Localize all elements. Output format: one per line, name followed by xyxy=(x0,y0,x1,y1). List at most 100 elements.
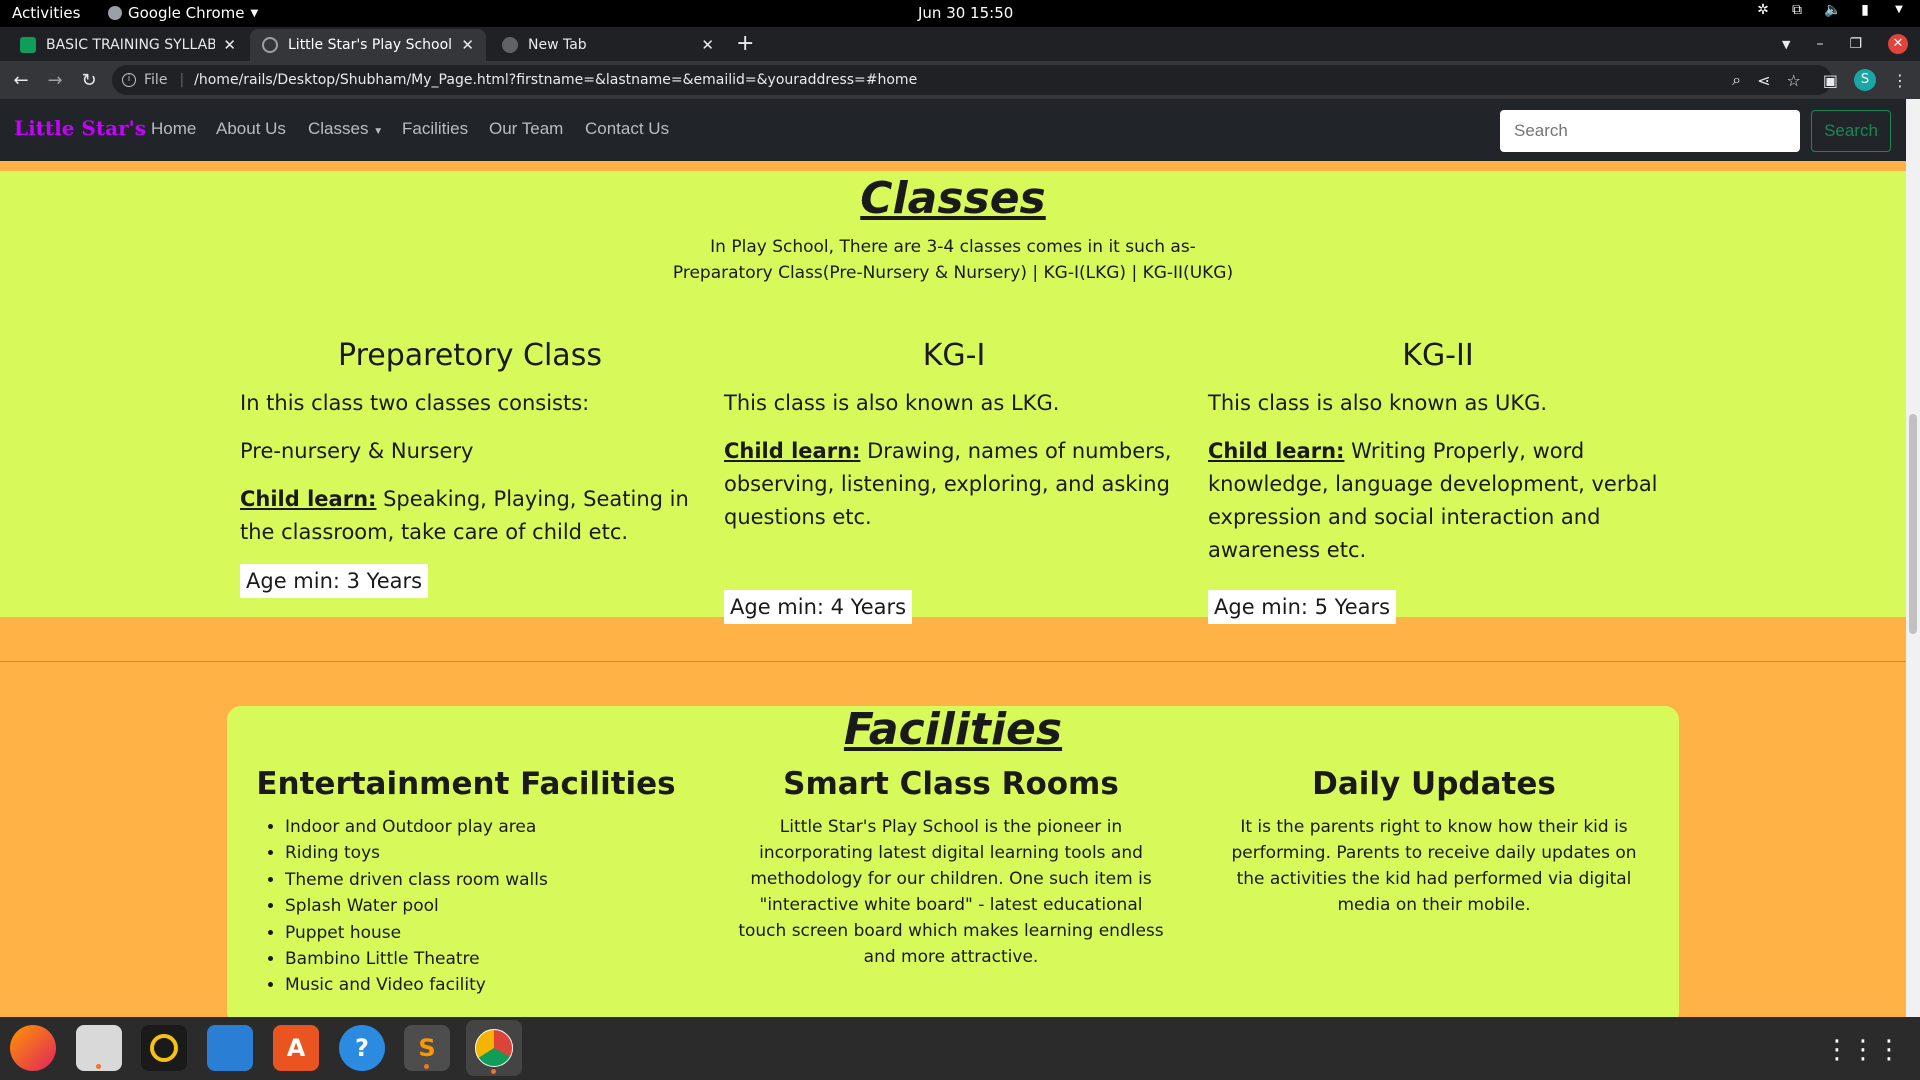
tab-new-tab[interactable]: New Tab ✕ xyxy=(490,29,726,61)
age-badge: Age min: 5 Years xyxy=(1208,590,1397,624)
sublime-icon[interactable]: S xyxy=(404,1025,450,1071)
rhythmbox-icon[interactable] xyxy=(141,1025,187,1071)
section-divider xyxy=(0,661,1906,662)
firefox-icon[interactable] xyxy=(10,1025,56,1071)
site-brand[interactable]: Little Star's xyxy=(14,116,146,140)
side-panel-icon[interactable]: ▣ xyxy=(1823,71,1838,90)
class-col-kg1: KG-I This class is also known as LKG. Ch… xyxy=(724,338,1184,624)
nav-contact[interactable]: Contact Us xyxy=(585,119,669,139)
app-menu-label: Google Chrome xyxy=(128,4,245,22)
activities-button[interactable]: Activities xyxy=(12,4,80,22)
show-apps-icon[interactable]: ⋮⋮⋮ xyxy=(1824,1035,1902,1065)
close-icon[interactable]: ✕ xyxy=(701,36,714,54)
files-icon[interactable] xyxy=(76,1025,122,1071)
close-icon[interactable]: ✕ xyxy=(461,36,474,54)
volume-icon[interactable]: 🔈 xyxy=(1824,3,1841,17)
back-icon[interactable]: ← xyxy=(4,70,38,91)
clock[interactable]: Jun 30 15:50 xyxy=(918,4,1013,22)
chevron-down-icon[interactable]: ▼ xyxy=(1892,3,1906,17)
list-item: Splash Water pool xyxy=(285,893,681,919)
close-icon[interactable]: ✕ xyxy=(223,36,236,54)
system-tray[interactable]: ✲ ⧉ 🔈 ▮ ▼ xyxy=(1756,3,1906,17)
nav-classes-label: Classes xyxy=(308,119,369,138)
share-icon[interactable]: ⋖ xyxy=(1757,71,1770,90)
window-controls: ▼ – ❐ ✕ xyxy=(1782,34,1908,54)
chrome-icon[interactable] xyxy=(466,1020,522,1076)
class-desc: In this class two classes consists: xyxy=(240,391,590,415)
network-icon[interactable]: ⧉ xyxy=(1790,3,1804,17)
learn-label: Child learn: xyxy=(1208,439,1345,463)
minimize-icon[interactable]: – xyxy=(1816,36,1823,52)
taskbar-dock: A ? S ⋮⋮⋮ xyxy=(0,1017,1920,1080)
menu-dots-icon[interactable]: ⋮ xyxy=(1892,71,1908,90)
class-desc: This class is also known as LKG. xyxy=(724,391,1060,415)
app-menu[interactable]: Google Chrome ▼ xyxy=(108,4,258,22)
tab-little-stars[interactable]: Little Star's Play School ✕ xyxy=(250,29,486,61)
software-icon[interactable]: A xyxy=(273,1025,319,1071)
classes-intro-line2: Preparatory Class(Pre-Nursery & Nursery)… xyxy=(672,263,1234,283)
settings-icon[interactable]: ✲ xyxy=(1756,3,1770,17)
class-title: KG-II xyxy=(1402,338,1474,373)
writer-icon[interactable] xyxy=(207,1025,253,1071)
facility-smart-class: Smart Class Rooms Little Star's Play Sch… xyxy=(736,766,1166,970)
list-item: Theme driven class room walls xyxy=(285,867,681,893)
tab-search-icon[interactable]: ▼ xyxy=(1782,38,1790,51)
bookmark-star-icon[interactable]: ☆ xyxy=(1787,71,1801,90)
address-bar[interactable]: i File | /home/rails/Desktop/Shubham/My_… xyxy=(112,65,1832,95)
nav-facilities[interactable]: Facilities xyxy=(402,119,468,139)
class-learn: Child learn: Drawing, names of numbers, … xyxy=(724,435,1184,534)
page-scrollbar[interactable] xyxy=(1906,99,1920,1017)
restore-icon[interactable]: ❐ xyxy=(1849,36,1862,52)
facility-title: Entertainment Facilities xyxy=(256,766,676,802)
facility-daily-updates: Daily Updates It is the parents right to… xyxy=(1219,766,1649,918)
learn-label: Child learn: xyxy=(240,487,377,511)
class-col-preparatory: Preparetory Class In this class two clas… xyxy=(240,338,700,598)
newtab-icon xyxy=(502,37,518,53)
tab-strip: BASIC TRAINING SYLLABUS ✕ Little Star's … xyxy=(0,27,1920,61)
class-col-kg2: KG-II This class is also known as UKG. C… xyxy=(1208,338,1668,624)
site-search-input[interactable] xyxy=(1500,110,1800,152)
url-text[interactable]: /home/rails/Desktop/Shubham/My_Page.html… xyxy=(194,72,917,88)
class-title: KG-I xyxy=(922,338,986,373)
facility-text: It is the parents right to know how thei… xyxy=(1231,817,1637,915)
browser-toolbar: ← → ↻ i File | /home/rails/Desktop/Shubh… xyxy=(0,61,1920,99)
reload-icon[interactable]: ↻ xyxy=(72,70,106,91)
nav-home[interactable]: Home xyxy=(151,119,196,139)
forward-icon[interactable]: → xyxy=(38,70,72,91)
classes-intro-line1: In Play School, There are 3-4 classes co… xyxy=(710,237,1196,257)
class-desc: This class is also known as UKG. xyxy=(1208,391,1548,415)
battery-icon[interactable]: ▮ xyxy=(1858,3,1872,17)
toolbar-actions: ⌕ ⋖ ☆ ▣ S ⋮ xyxy=(1732,69,1908,91)
tab-title: BASIC TRAINING SYLLABUS xyxy=(46,37,216,53)
list-item: Riding toys xyxy=(285,840,681,866)
new-tab-button[interactable]: + xyxy=(736,31,754,56)
age-badge: Age min: 4 Years xyxy=(724,590,913,624)
sheets-icon xyxy=(20,37,36,53)
class-learn: Child learn: Speaking, Playing, Seating … xyxy=(240,483,700,549)
class-learn: Child learn: Writing Properly, word know… xyxy=(1208,435,1668,567)
nav-about[interactable]: About Us xyxy=(216,119,286,139)
classes-title: Classes xyxy=(860,173,1046,224)
chrome-small-icon xyxy=(108,6,122,20)
caret-down-icon: ▼ xyxy=(250,7,259,19)
facility-text: Little Star's Play School is the pioneer… xyxy=(738,817,1164,967)
scrollbar-thumb[interactable] xyxy=(1909,414,1917,634)
nav-classes[interactable]: Classes ▼ xyxy=(308,119,383,139)
tab-title: Little Star's Play School xyxy=(288,37,453,53)
list-item: Music and Video facility xyxy=(285,972,681,998)
help-icon[interactable]: ? xyxy=(339,1025,385,1071)
profile-avatar[interactable]: S xyxy=(1854,69,1876,91)
facilities-title: Facilities xyxy=(843,704,1063,755)
facility-entertainment: Entertainment Facilities Indoor and Outd… xyxy=(251,766,681,999)
age-badge: Age min: 3 Years xyxy=(240,564,429,598)
site-search-button[interactable]: Search xyxy=(1811,110,1891,152)
info-icon[interactable]: i xyxy=(122,73,136,87)
tab-training-syllabus[interactable]: BASIC TRAINING SYLLABUS ✕ xyxy=(8,29,248,61)
close-window-icon[interactable]: ✕ xyxy=(1888,34,1908,54)
nav-our-team[interactable]: Our Team xyxy=(489,119,563,139)
facilities-section: Facilities Entertainment Facilities Indo… xyxy=(227,704,1679,1017)
list-item: Puppet house xyxy=(285,920,681,946)
list-item: Bambino Little Theatre xyxy=(285,946,681,972)
zoom-icon[interactable]: ⌕ xyxy=(1732,70,1741,90)
class-title: Preparetory Class xyxy=(338,338,602,373)
